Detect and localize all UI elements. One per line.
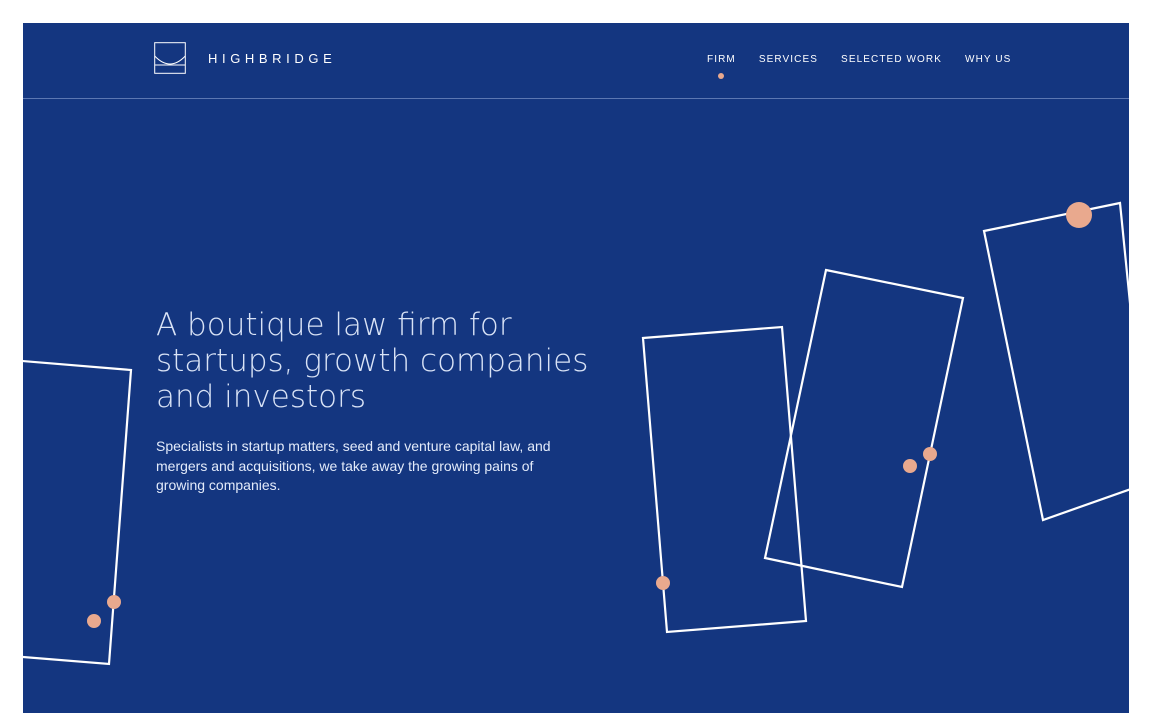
page-frame: HIGHBRIDGE FIRM SERVICES SELECTED WORK W… [23, 23, 1129, 713]
hero-subtitle: Specialists in startup matters, seed and… [156, 438, 551, 493]
hero-title: A boutique law firm for startups, growth… [156, 307, 589, 415]
accent-dot [656, 576, 670, 590]
left-frame-shape [23, 359, 133, 666]
accent-dot [87, 614, 101, 628]
frame-shape-two [763, 268, 965, 589]
accent-dot [903, 459, 917, 473]
accent-dot [923, 447, 937, 461]
accent-dot [107, 595, 121, 609]
accent-dot [1066, 202, 1092, 228]
frame-shape-three [982, 201, 1129, 522]
